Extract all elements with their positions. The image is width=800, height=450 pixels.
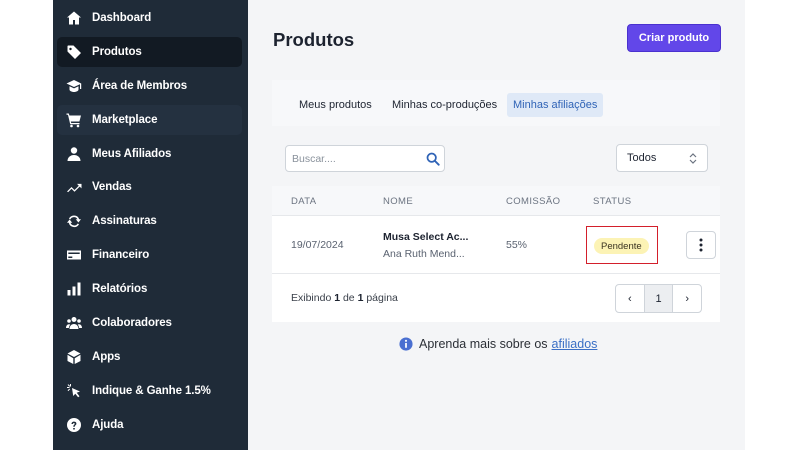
sidebar-item-label: Colaboradores: [92, 317, 172, 330]
pagination-middle: de: [342, 292, 355, 304]
learn-more-text: Aprenda mais sobre os: [419, 337, 548, 351]
table-row[interactable]: 19/07/2024 Musa Select Ac... Ana Ruth Me…: [272, 217, 720, 274]
sidebar-item-colaboradores[interactable]: Colaboradores: [57, 308, 242, 338]
sidebar-item-label: Apps: [92, 350, 121, 363]
user-icon: [65, 145, 82, 162]
row-product-name[interactable]: Musa Select Ac...: [383, 231, 468, 243]
sidebar-item-label: Ajuda: [92, 418, 124, 431]
sidebar-item-produtos[interactable]: Produtos: [57, 36, 242, 67]
credit-card-icon: [65, 247, 82, 264]
cube-icon: [65, 348, 82, 365]
sidebar-item-label: Meus Afiliados: [92, 147, 172, 160]
help-circle-icon: [65, 416, 82, 433]
sidebar-item-marketplace[interactable]: Marketplace: [57, 104, 242, 135]
tab-minhas-afiliacoes[interactable]: Minhas afiliações: [507, 93, 604, 117]
search-icon[interactable]: [426, 152, 440, 166]
pagination-suffix: página: [366, 292, 398, 304]
row-actions-button[interactable]: [686, 231, 716, 259]
column-header-name: NOME: [383, 196, 414, 207]
sidebar-item-dashboard[interactable]: Dashboard: [57, 3, 242, 33]
sidebar-item-label: Assinaturas: [92, 215, 157, 228]
sidebar-item-relatorios[interactable]: Relatórios: [57, 274, 242, 304]
prev-page-button[interactable]: ‹: [616, 285, 645, 312]
sidebar-item-label: Dashboard: [92, 12, 152, 24]
pagination-summary: Exibindo 1 de 1 página: [291, 292, 398, 304]
sidebar-item-financeiro[interactable]: Financeiro: [57, 240, 242, 270]
sidebar-item-label: Indique & Ganhe 1.5%: [92, 384, 211, 397]
status-badge: Pendente: [594, 238, 649, 254]
affiliates-link[interactable]: afiliados: [552, 337, 598, 351]
sidebar-item-assinaturas[interactable]: Assinaturas: [57, 206, 242, 236]
refresh-icon: [65, 213, 82, 230]
table-header: DATA NOME COMISSÃO STATUS: [272, 186, 720, 216]
tab-bar: Meus produtos Minhas co-produções Minhas…: [272, 80, 720, 126]
sidebar-item-label: Financeiro: [92, 249, 150, 262]
page-1-button[interactable]: 1: [644, 285, 674, 312]
sidebar-item-area-de-membros[interactable]: Área de Membros: [57, 71, 242, 101]
bar-chart-icon: [65, 281, 82, 298]
main-content: Produtos Criar produto Meus produtos Min…: [248, 0, 745, 450]
sidebar-item-label: Área de Membros: [92, 79, 188, 92]
tag-icon: [65, 43, 82, 60]
pagination-total: 1: [357, 292, 364, 304]
pointer-click-icon: [65, 382, 82, 399]
chevron-up-down-icon: [689, 153, 697, 164]
learn-more: Aprenda mais sobre os afiliados: [399, 337, 597, 351]
home-icon: [65, 10, 82, 27]
next-page-button[interactable]: ›: [673, 285, 701, 312]
sidebar-item-vendas[interactable]: Vendas: [57, 172, 242, 202]
kebab-menu-icon: [699, 238, 703, 252]
status-filter-select[interactable]: Todos: [616, 144, 708, 172]
pagination-prefix: Exibindo: [291, 292, 332, 304]
column-header-commission: COMISSÃO: [506, 196, 561, 207]
sidebar-item-label: Produtos: [92, 45, 142, 58]
status-filter-value: Todos: [627, 152, 657, 164]
sidebar: Dashboard Produtos Área de Membros Marke…: [53, 0, 248, 450]
trend-up-icon: [65, 179, 82, 196]
column-header-date: DATA: [291, 196, 317, 207]
row-date: 19/07/2024: [291, 239, 344, 251]
page-title: Produtos: [273, 29, 355, 50]
column-header-status: STATUS: [593, 196, 632, 207]
sidebar-item-label: Vendas: [92, 181, 132, 194]
search-input[interactable]: [292, 152, 420, 165]
row-product-owner: Ana Ruth Mend...: [383, 248, 465, 260]
search-box: [285, 145, 445, 172]
row-commission: 55%: [506, 239, 528, 251]
sidebar-item-apps[interactable]: Apps: [57, 342, 242, 372]
pagination-current: 1: [334, 292, 341, 304]
tab-meus-produtos[interactable]: Meus produtos: [293, 93, 378, 117]
app-frame: Dashboard Produtos Área de Membros Marke…: [53, 0, 745, 450]
sidebar-item-ajuda[interactable]: Ajuda: [57, 410, 242, 440]
sidebar-item-indique-e-ganhe[interactable]: Indique & Ganhe 1.5%: [57, 376, 242, 406]
create-product-button[interactable]: Criar produto: [627, 24, 721, 52]
sidebar-item-label: Relatórios: [92, 283, 148, 296]
tab-minhas-co-producoes[interactable]: Minhas co-produções: [386, 93, 503, 117]
pagination: ‹ 1 ›: [615, 284, 702, 313]
cart-icon: [65, 111, 82, 128]
graduation-cap-icon: [65, 77, 82, 94]
sidebar-item-label: Marketplace: [92, 113, 158, 126]
users-icon: [65, 315, 82, 332]
sidebar-item-meus-afiliados[interactable]: Meus Afiliados: [57, 139, 242, 169]
info-icon: [399, 337, 413, 351]
affiliations-table: DATA NOME COMISSÃO STATUS 19/07/2024 Mus…: [272, 186, 720, 322]
